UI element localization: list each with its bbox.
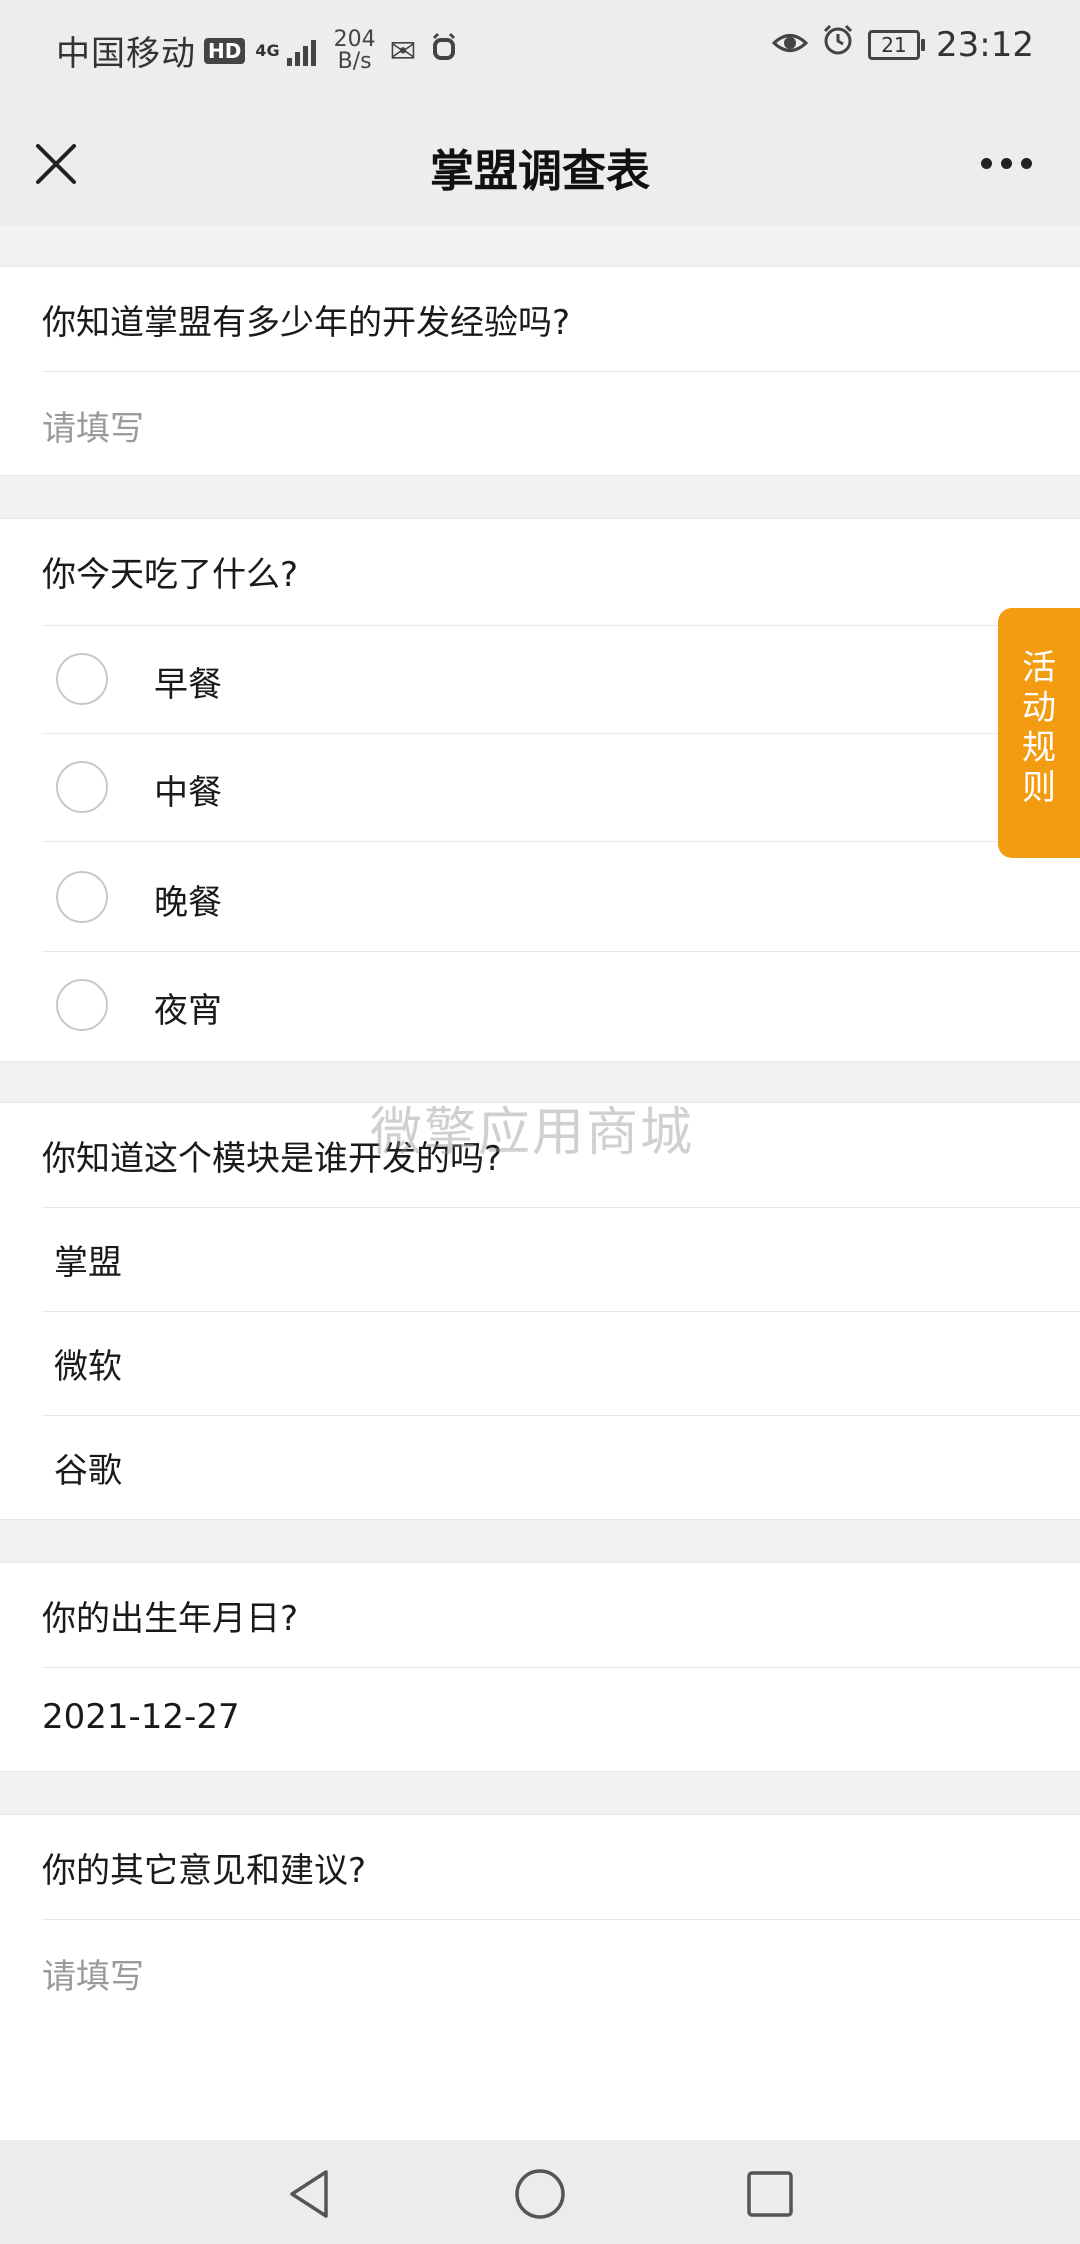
option-label-late-snack[interactable]: 夜宵	[154, 983, 222, 1032]
notification-icon	[430, 32, 458, 70]
eye-icon	[771, 25, 809, 65]
option-google[interactable]: 谷歌	[54, 1443, 122, 1492]
question-experience: 你知道掌盟有多少年的开发经验吗? 请填写	[0, 266, 1080, 476]
question-title: 你知道掌盟有多少年的开发经验吗?	[42, 303, 571, 343]
carrier-name: 中国移动	[56, 34, 196, 74]
divider	[42, 1311, 1080, 1312]
clock: 23:12	[936, 24, 1034, 65]
status-left: 中国移动 HD 4G 204 B/s ✉	[56, 26, 458, 75]
radio-dinner[interactable]	[56, 871, 108, 923]
back-key[interactable]	[282, 2166, 338, 2226]
option-zhangmeng[interactable]: 掌盟	[54, 1235, 122, 1284]
more-dot-icon	[1021, 158, 1032, 169]
divider	[42, 371, 1080, 372]
divider	[42, 1207, 1080, 1208]
divider	[42, 625, 1080, 626]
divider	[42, 733, 1080, 734]
question-title: 你今天吃了什么?	[42, 555, 299, 595]
page-title: 掌盟调查表	[430, 146, 650, 197]
hd-badge: HD	[204, 37, 246, 64]
radio-late-snack[interactable]	[56, 979, 108, 1031]
question-birthday: 你的出生年月日? 2021-12-27	[0, 1562, 1080, 1772]
home-key[interactable]	[512, 2166, 568, 2226]
nav-bar: 掌盟调查表	[0, 100, 1080, 226]
recents-square-icon	[747, 2171, 793, 2217]
more-dot-icon	[981, 158, 992, 169]
divider	[42, 1919, 1080, 1920]
divider	[42, 841, 1080, 842]
network-speed: 204 B/s	[334, 28, 376, 74]
option-label-breakfast[interactable]: 早餐	[154, 657, 222, 706]
divider	[42, 1667, 1080, 1668]
question-title: 你的其它意见和建议?	[42, 1851, 367, 1891]
speed-unit: B/s	[337, 48, 372, 74]
divider	[42, 951, 1080, 952]
alarm-icon	[822, 24, 854, 65]
question-title: 你的出生年月日?	[42, 1599, 299, 1639]
system-nav-bar	[0, 2140, 1080, 2244]
mail-icon: ✉	[389, 31, 417, 70]
suggestions-input[interactable]: 请填写	[42, 1949, 144, 1998]
birthday-date-field[interactable]: 2021-12-27	[42, 1697, 240, 1737]
home-circle-icon	[515, 2169, 565, 2219]
activity-rules-tab[interactable]: 活动规则	[998, 608, 1080, 858]
status-bar: 中国移动 HD 4G 204 B/s ✉ 21 23:12	[0, 0, 1080, 100]
recents-key[interactable]	[742, 2166, 798, 2226]
option-label-dinner[interactable]: 晚餐	[154, 875, 222, 924]
activity-rules-label: 活动规则	[1022, 648, 1056, 808]
network-type: 4G	[255, 40, 280, 60]
radio-lunch[interactable]	[56, 761, 108, 813]
question-suggestions: 你的其它意见和建议? 请填写	[0, 1814, 1080, 2141]
radio-breakfast[interactable]	[56, 653, 108, 705]
battery-icon: 21	[868, 29, 926, 60]
more-dot-icon	[1001, 158, 1012, 169]
option-microsoft[interactable]: 微软	[54, 1339, 122, 1388]
experience-input[interactable]: 请填写	[42, 401, 144, 450]
divider	[42, 1415, 1080, 1416]
back-triangle-icon	[290, 2170, 328, 2218]
watermark: 微擎应用商城	[370, 1103, 695, 1163]
option-label-lunch[interactable]: 中餐	[154, 765, 222, 814]
more-button[interactable]	[972, 158, 1032, 169]
question-meal: 你今天吃了什么? 早餐 中餐 晚餐 夜宵	[0, 518, 1080, 1062]
signal-icon	[284, 36, 316, 66]
status-right: 21 23:12	[771, 24, 1034, 65]
